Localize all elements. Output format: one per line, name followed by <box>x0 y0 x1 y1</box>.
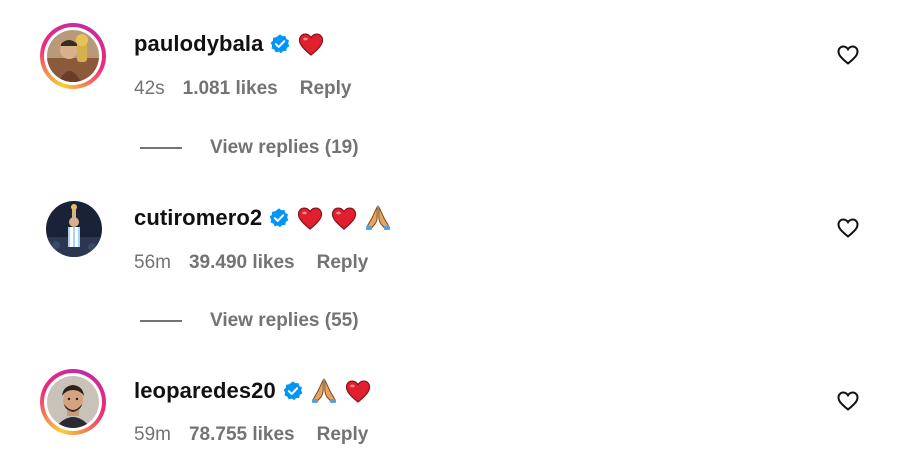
red-heart-icon <box>332 207 357 230</box>
comment-timestamp: 42s <box>134 78 165 99</box>
likes-count[interactable]: 78.755 likes <box>189 424 295 446</box>
username[interactable]: leoparedes20 <box>134 378 276 404</box>
divider <box>140 320 182 322</box>
avatar[interactable] <box>40 369 106 435</box>
verified-badge-icon <box>271 34 290 54</box>
avatar[interactable] <box>40 23 106 89</box>
view-replies-button[interactable]: View replies (19) <box>140 137 359 159</box>
folded-hands-icon <box>311 378 336 403</box>
red-heart-icon <box>299 33 324 56</box>
reply-button[interactable]: Reply <box>317 424 369 446</box>
verified-badge-icon <box>283 381 303 401</box>
like-heart-icon[interactable] <box>836 43 860 67</box>
comments-list: paulodybala 42s 1.081 likes Reply View r… <box>0 0 909 462</box>
avatar[interactable] <box>46 201 102 257</box>
comment-timestamp: 56m <box>134 252 171 273</box>
likes-count[interactable]: 1.081 likes <box>183 78 278 100</box>
view-replies-label: View replies (55) <box>210 310 359 331</box>
reply-button[interactable]: Reply <box>300 78 352 100</box>
view-replies-label: View replies (19) <box>210 137 359 158</box>
red-heart-icon <box>298 207 323 230</box>
like-heart-icon[interactable] <box>836 216 860 240</box>
view-replies-button[interactable]: View replies (55) <box>140 310 359 332</box>
like-heart-icon[interactable] <box>836 389 860 413</box>
reply-button[interactable]: Reply <box>317 252 369 274</box>
divider <box>140 147 182 149</box>
red-heart-icon <box>345 380 370 403</box>
username[interactable]: paulodybala <box>134 31 263 57</box>
username[interactable]: cutiromero2 <box>134 205 262 231</box>
verified-badge-icon <box>269 208 289 228</box>
folded-hands-icon <box>366 205 391 230</box>
likes-count[interactable]: 39.490 likes <box>189 252 295 274</box>
comment-timestamp: 59m <box>134 424 171 445</box>
